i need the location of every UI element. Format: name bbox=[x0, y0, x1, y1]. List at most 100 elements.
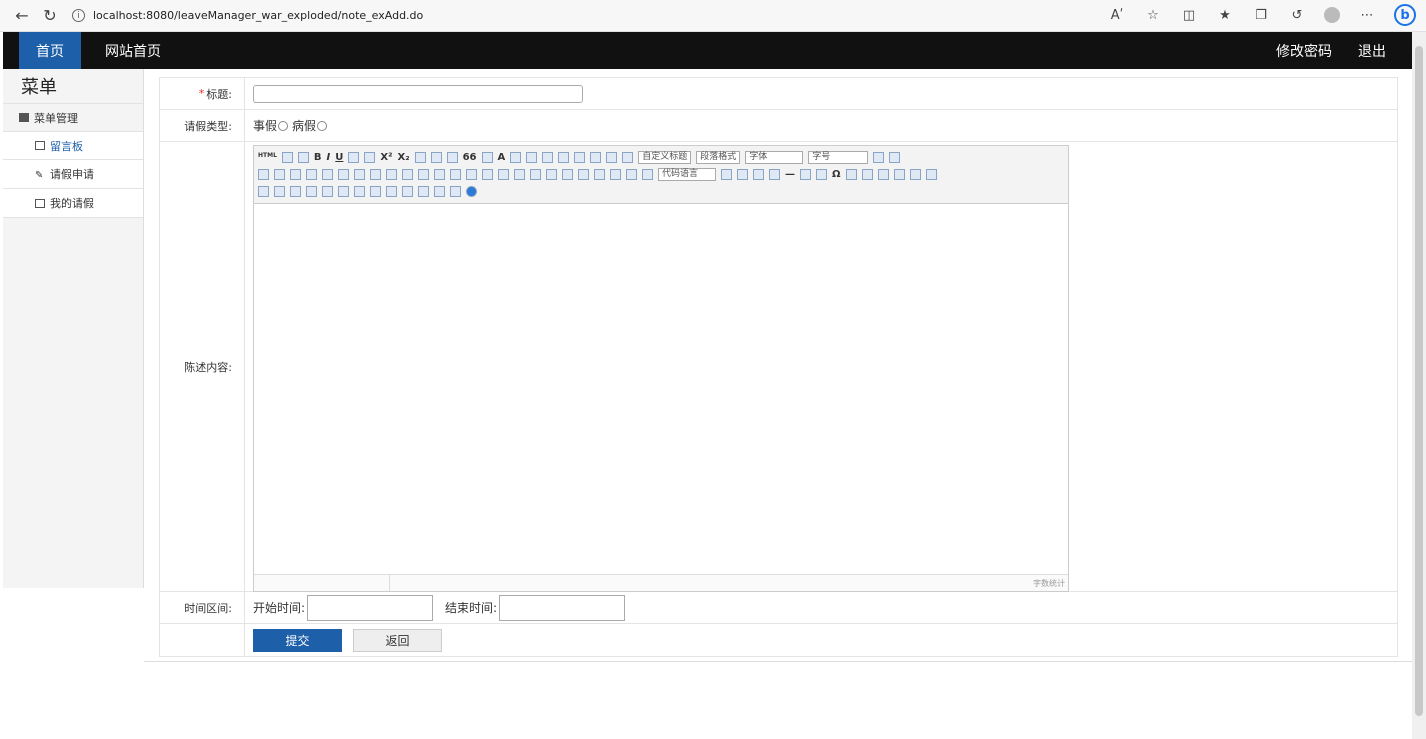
favorites-icon[interactable]: ★ bbox=[1216, 6, 1234, 24]
more-icon[interactable]: ⋯ bbox=[1358, 6, 1376, 24]
split-cells-icon[interactable] bbox=[338, 186, 349, 197]
select-all-icon[interactable] bbox=[558, 152, 570, 163]
clear-doc-icon[interactable] bbox=[574, 152, 586, 163]
sidebar-item-leave-apply[interactable]: ✎ 请假申请 bbox=[3, 160, 143, 189]
map-icon[interactable] bbox=[610, 169, 621, 180]
page-break-icon[interactable] bbox=[721, 169, 732, 180]
anchor-icon[interactable] bbox=[418, 169, 429, 180]
unordered-list-icon[interactable] bbox=[542, 152, 554, 163]
radio-sick-leave[interactable]: 病假 bbox=[292, 117, 328, 134]
redo-icon[interactable] bbox=[297, 152, 309, 163]
read-aloud-icon[interactable]: Aʹ bbox=[1108, 6, 1126, 24]
font-size-select[interactable]: 字号 bbox=[808, 151, 869, 164]
sidebar-group-menu-manage[interactable]: 菜单管理 bbox=[3, 103, 143, 131]
paragraph-select[interactable]: 段落格式 bbox=[696, 151, 741, 164]
favorite-add-icon[interactable]: ☆ bbox=[1144, 6, 1162, 24]
snapscreen-icon[interactable] bbox=[845, 169, 857, 180]
gmap-icon[interactable] bbox=[626, 169, 637, 180]
emotion-icon[interactable] bbox=[530, 169, 541, 180]
align-left-icon[interactable] bbox=[290, 169, 301, 180]
insert-paragraph-before-icon[interactable] bbox=[909, 169, 921, 180]
attachment-icon[interactable] bbox=[594, 169, 605, 180]
split-screen-icon[interactable]: ◫ bbox=[1180, 6, 1198, 24]
charts-icon[interactable] bbox=[386, 186, 397, 197]
nav-change-password[interactable]: 修改密码 bbox=[1276, 41, 1332, 61]
delete-col-icon[interactable] bbox=[322, 186, 333, 197]
line-height-icon[interactable] bbox=[622, 152, 634, 163]
submit-button[interactable]: 提交 bbox=[253, 628, 342, 652]
background-icon[interactable] bbox=[737, 169, 748, 180]
bing-icon[interactable]: b bbox=[1394, 4, 1416, 26]
direction-ltr-icon[interactable] bbox=[873, 152, 885, 163]
scrawl-icon[interactable] bbox=[546, 169, 557, 180]
music-icon[interactable] bbox=[578, 169, 589, 180]
back-button[interactable]: 返回 bbox=[353, 628, 442, 652]
special-char-icon[interactable]: Ω bbox=[832, 169, 841, 180]
preview-icon[interactable] bbox=[418, 186, 429, 197]
page-scrollbar[interactable] bbox=[1412, 32, 1426, 739]
editor-content-area[interactable] bbox=[254, 204, 1068, 574]
wordimage-icon[interactable] bbox=[769, 169, 780, 180]
subscript-icon[interactable]: X₂ bbox=[398, 152, 410, 163]
address-bar[interactable]: i localhost:8080/leaveManager_war_explod… bbox=[72, 9, 423, 22]
history-icon[interactable]: ↺ bbox=[1288, 6, 1306, 24]
print-icon[interactable] bbox=[402, 186, 413, 197]
paste-plain-icon[interactable] bbox=[481, 152, 493, 163]
delete-row-icon[interactable] bbox=[306, 186, 317, 197]
split-rows-icon[interactable] bbox=[354, 186, 365, 197]
nav-site-home[interactable]: 网站首页 bbox=[105, 41, 161, 61]
radio-circle-icon[interactable] bbox=[278, 120, 289, 131]
insert-row-icon[interactable] bbox=[925, 169, 937, 180]
custom-title-select[interactable]: 自定义标题 bbox=[638, 151, 692, 164]
unlink-icon[interactable] bbox=[402, 169, 413, 180]
collections-icon[interactable]: ❐ bbox=[1252, 6, 1270, 24]
format-brush-icon[interactable] bbox=[430, 152, 442, 163]
date-icon[interactable] bbox=[800, 169, 811, 180]
row-spacing-bottom-icon[interactable] bbox=[606, 152, 618, 163]
align-center-icon[interactable] bbox=[306, 169, 317, 180]
sidebar-item-message-board[interactable]: 留言板 bbox=[3, 131, 143, 160]
start-time-input[interactable] bbox=[307, 594, 434, 621]
code-language-select[interactable]: 代码语言 bbox=[658, 168, 716, 181]
image-left-icon[interactable] bbox=[450, 169, 461, 180]
direction-rtl-icon[interactable] bbox=[274, 169, 285, 180]
superscript-icon[interactable]: X² bbox=[380, 152, 392, 163]
search-replace-icon[interactable] bbox=[861, 169, 873, 180]
template-icon[interactable] bbox=[753, 169, 764, 180]
delete-table-icon[interactable] bbox=[893, 169, 905, 180]
back-arrow-icon[interactable]: ← bbox=[8, 2, 36, 30]
font-border-icon[interactable] bbox=[348, 152, 360, 163]
search-icon[interactable] bbox=[434, 186, 445, 197]
uppercase-icon[interactable] bbox=[354, 169, 365, 180]
nav-home[interactable]: 首页 bbox=[19, 32, 81, 69]
horizontal-rule-icon[interactable]: — bbox=[785, 169, 795, 180]
italic-icon[interactable]: I bbox=[327, 152, 331, 163]
font-color-icon[interactable]: A bbox=[498, 152, 506, 163]
image-none-icon[interactable] bbox=[434, 169, 445, 180]
paragraph-mark-icon[interactable] bbox=[258, 169, 269, 180]
insert-table-icon[interactable] bbox=[877, 169, 889, 180]
help-icon[interactable] bbox=[466, 186, 477, 197]
image-center-icon[interactable] bbox=[482, 169, 493, 180]
end-time-input[interactable] bbox=[499, 594, 626, 621]
blockquote-icon[interactable]: 66 bbox=[463, 152, 477, 163]
title-input[interactable] bbox=[253, 84, 583, 103]
align-justify-icon[interactable] bbox=[338, 169, 349, 180]
profile-avatar[interactable] bbox=[1324, 7, 1340, 23]
insert-image-icon[interactable] bbox=[514, 169, 525, 180]
split-cols-icon[interactable] bbox=[370, 186, 381, 197]
merge-down-icon[interactable] bbox=[290, 186, 301, 197]
nav-logout[interactable]: 退出 bbox=[1358, 41, 1386, 61]
strikethrough-icon[interactable] bbox=[364, 152, 376, 163]
simple-upload-icon[interactable] bbox=[498, 169, 509, 180]
fullscreen-icon[interactable] bbox=[889, 152, 901, 163]
lowercase-icon[interactable] bbox=[370, 169, 381, 180]
refresh-icon[interactable]: ↻ bbox=[36, 2, 64, 30]
underline-icon[interactable]: U bbox=[335, 152, 343, 163]
font-family-select[interactable]: 字体 bbox=[745, 151, 804, 164]
html-source-button[interactable]: HTML bbox=[258, 152, 277, 163]
sidebar-item-my-leave[interactable]: 我的请假 bbox=[3, 189, 143, 218]
insert-col-icon[interactable] bbox=[258, 186, 269, 197]
align-right-icon[interactable] bbox=[322, 169, 333, 180]
image-right-icon[interactable] bbox=[466, 169, 477, 180]
